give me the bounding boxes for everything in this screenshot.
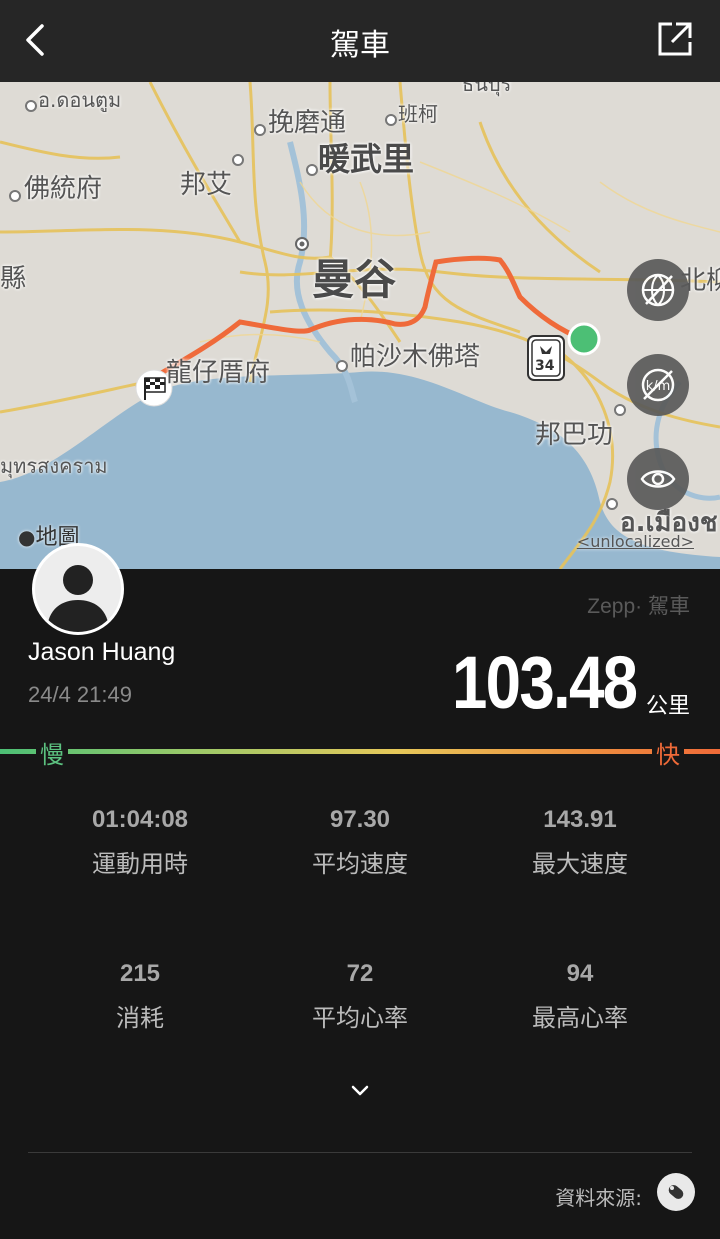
map-label: 暖武里	[318, 140, 415, 178]
user-silhouette-icon	[47, 565, 109, 632]
stat-value: 01:04:08	[91, 806, 189, 833]
speed-gradient-bar	[0, 749, 720, 754]
map-label: อ.ดอนตูม	[38, 88, 122, 112]
distance-value: 103.48	[451, 641, 638, 724]
stat-value: 72	[346, 960, 374, 987]
km-off-icon: k/m	[641, 368, 675, 402]
map-label: มุทรสงคราม	[0, 454, 108, 478]
map-label: ธนบุรี	[462, 82, 512, 96]
stat-label: 最大速度	[532, 850, 628, 878]
map-label: 佛統府	[24, 174, 103, 204]
speed-slow-label: 慢	[36, 735, 68, 770]
map-type-button[interactable]	[627, 259, 689, 321]
map-label: 曼谷	[312, 255, 397, 304]
eye-icon	[640, 470, 676, 488]
stat-label: 運動用時	[92, 850, 188, 878]
stat-max-speed: 143.91 最大速度	[470, 806, 690, 879]
km-marker-toggle[interactable]: k/m	[627, 354, 689, 416]
apple-logo-icon: ●	[18, 525, 36, 549]
stat-label: 平均心率	[312, 1004, 408, 1032]
data-source-button[interactable]	[657, 1173, 695, 1211]
stat-value: 94	[566, 960, 594, 987]
user-name: Jason Huang	[28, 638, 176, 666]
stat-value: 97.30	[329, 806, 391, 833]
map-label: 龍仔厝府	[166, 358, 271, 388]
divider	[28, 1152, 692, 1153]
map-label: 班柯	[398, 102, 438, 126]
stat-value: 215	[119, 960, 161, 987]
data-source-label: 資料來源:	[555, 1186, 642, 1210]
top-bar: 駕車	[0, 0, 720, 82]
share-button[interactable]	[656, 20, 694, 58]
share-icon	[658, 22, 692, 56]
stat-duration: 01:04:08 運動用時	[30, 806, 250, 879]
legal-link[interactable]: <unlocalized>	[577, 532, 694, 551]
page-title: 駕車	[330, 28, 390, 63]
map-label: 縣	[0, 264, 27, 294]
stat-calories: 215 消耗	[30, 960, 250, 1033]
stat-avg-heart-rate: 72 平均心率	[250, 960, 470, 1033]
avatar[interactable]	[32, 543, 124, 635]
stat-label: 消耗	[116, 1004, 164, 1032]
chevron-down-icon	[351, 1085, 369, 1096]
activity-datetime: 24/4 21:49	[28, 682, 132, 707]
map-label: 帕沙木佛塔	[350, 342, 481, 372]
brand-label: Zepp· 駕車	[587, 595, 690, 618]
route-map[interactable]: อ.ดอนตูม ธนบุรี 挽磨通 班柯 暖武里 佛統府 邦艾 曼谷 縣 龍…	[0, 82, 720, 569]
globe-off-icon	[641, 273, 675, 307]
visibility-toggle[interactable]	[627, 448, 689, 510]
map-label: 邦艾	[180, 170, 233, 200]
start-marker	[567, 322, 601, 356]
stat-label: 最高心率	[532, 1004, 628, 1032]
distance-unit: 公里	[645, 694, 690, 719]
device-icon	[668, 1185, 684, 1199]
stat-label: 平均速度	[312, 850, 408, 878]
expand-stats-button[interactable]	[345, 1076, 375, 1106]
route-shield-number: 34	[535, 358, 555, 374]
speed-fast-label: 快	[652, 735, 684, 770]
stat-max-heart-rate: 94 最高心率	[470, 960, 690, 1033]
stat-value: 143.91	[543, 806, 617, 833]
stat-avg-speed: 97.30 平均速度	[250, 806, 470, 879]
map-label: 邦巴功	[535, 420, 614, 450]
